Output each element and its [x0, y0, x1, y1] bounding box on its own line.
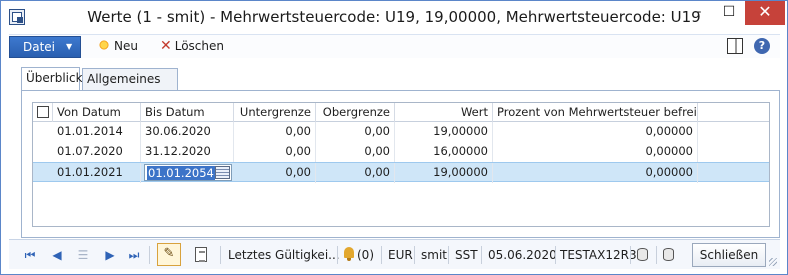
- cell-filler: [698, 122, 769, 142]
- last-record-icon[interactable]: ⏭: [127, 248, 141, 262]
- database-icon[interactable]: [637, 248, 648, 261]
- cell-filler: [698, 163, 769, 183]
- cell-von-datum[interactable]: 01.01.2014: [53, 122, 141, 142]
- letztes-gueltigkeit-text[interactable]: Letztes Gültigkei...: [228, 248, 340, 262]
- session-date-text[interactable]: 05.06.2020: [488, 248, 557, 262]
- layer-text[interactable]: SST: [455, 248, 478, 262]
- column-header-obergrenze[interactable]: Obergrenze: [316, 103, 395, 122]
- cell-obergrenze[interactable]: 0,00: [316, 163, 395, 183]
- cell-bis-datum[interactable]: 30.06.2020: [141, 122, 234, 142]
- record-list-icon[interactable]: ☰: [76, 248, 90, 262]
- cell-bis-datum[interactable]: 31.12.2020: [141, 142, 234, 162]
- column-header-von-datum[interactable]: Von Datum: [53, 103, 141, 122]
- select-all-cell: [33, 103, 53, 122]
- loeschen-button[interactable]: ✕ Löschen: [160, 38, 224, 56]
- neu-button[interactable]: Neu: [97, 38, 138, 56]
- edit-pencil-icon[interactable]: ✎: [157, 243, 181, 266]
- divider: [414, 246, 415, 264]
- datei-label: Datei: [23, 40, 56, 54]
- notification-count[interactable]: (0): [357, 248, 374, 262]
- values-grid: Von Datum Bis Datum Untergrenze Obergren…: [32, 102, 770, 227]
- divider: [555, 246, 556, 264]
- divider: [381, 246, 382, 264]
- host-text[interactable]: TESTAX12R3: [560, 248, 637, 262]
- window-title: Werte (1 - smit) - Mehrwertsteuercode: U…: [87, 8, 701, 26]
- next-record-icon[interactable]: ▶: [103, 248, 117, 262]
- database-alt-icon[interactable]: [663, 248, 674, 261]
- schliessen-button[interactable]: Schließen: [692, 243, 766, 267]
- cell-von-datum[interactable]: 01.07.2020: [53, 142, 141, 162]
- select-all-checkbox[interactable]: [37, 106, 49, 118]
- cell-wert[interactable]: 19,00000: [395, 122, 493, 142]
- help-icon[interactable]: ?: [754, 38, 770, 54]
- company-text[interactable]: smit: [421, 248, 447, 262]
- column-header-bis-datum[interactable]: Bis Datum: [141, 103, 234, 122]
- maximize-button[interactable]: ☐: [714, 1, 744, 25]
- chevron-down-icon: ▼: [66, 42, 73, 51]
- table-row[interactable]: 01.07.2020 31.12.2020 0,00 0,00 16,00000…: [33, 142, 769, 162]
- cell-untergrenze[interactable]: 0,00: [234, 122, 316, 142]
- calendar-icon[interactable]: [215, 166, 230, 179]
- datei-menu-button[interactable]: Datei ▼: [9, 36, 81, 58]
- divider: [448, 246, 449, 264]
- action-pane: Datei ▼ Neu ✕ Löschen ?: [9, 34, 780, 58]
- bis-datum-date-field[interactable]: 01.01.2054: [144, 164, 232, 181]
- column-header-wert[interactable]: Wert: [395, 103, 493, 122]
- divider: [656, 246, 657, 264]
- tab-allgemeines[interactable]: Allgemeines: [82, 68, 178, 90]
- divider: [337, 246, 338, 264]
- bis-datum-value: 01.01.2054: [147, 166, 215, 180]
- minimize-button[interactable]: –: [683, 1, 713, 25]
- divider: [630, 246, 631, 264]
- first-record-icon[interactable]: ⏮: [23, 248, 37, 262]
- previous-record-icon[interactable]: ◀: [50, 248, 64, 262]
- loeschen-label: Löschen: [174, 39, 224, 53]
- new-record-icon: [97, 38, 111, 52]
- cell-untergrenze[interactable]: 0,00: [234, 142, 316, 162]
- cell-wert[interactable]: 19,00000: [395, 163, 493, 183]
- column-header-untergrenze[interactable]: Untergrenze: [234, 103, 316, 122]
- cell-von-datum[interactable]: 01.01.2021: [53, 163, 141, 183]
- cell-obergrenze[interactable]: 0,00: [316, 142, 395, 162]
- cell-wert[interactable]: 16,00000: [395, 142, 493, 162]
- divider: [220, 246, 221, 264]
- delete-icon: ✕: [160, 38, 172, 54]
- status-bar: ⏮ ◀ ☰ ▶ ⏭ ✎ Letztes Gültigkei... (0) EUR…: [9, 239, 780, 269]
- tab-panel: Von Datum Bis Datum Untergrenze Obergren…: [21, 90, 780, 238]
- divider: [481, 246, 482, 264]
- cell-prozent-befreit[interactable]: 0,00000: [493, 142, 698, 162]
- column-header-prozent-befreit[interactable]: Prozent von Mehrwertsteuer befreit: [493, 103, 698, 122]
- layout-icon[interactable]: [727, 38, 743, 54]
- column-header-filler: [698, 103, 769, 122]
- divider: [149, 246, 150, 264]
- cell-filler: [698, 142, 769, 162]
- title-bar[interactable]: Werte (1 - smit) - Mehrwertsteuercode: U…: [1, 1, 787, 33]
- cell-obergrenze[interactable]: 0,00: [316, 122, 395, 142]
- dialog-window: Werte (1 - smit) - Mehrwertsteuercode: U…: [0, 0, 788, 275]
- grid-header: Von Datum Bis Datum Untergrenze Obergren…: [33, 103, 769, 122]
- table-row-selected[interactable]: 01.01.2021 01.01.2054 0,00 0,00 19,00000…: [33, 162, 769, 183]
- table-row[interactable]: 01.01.2014 30.06.2020 0,00 0,00 19,00000…: [33, 122, 769, 142]
- cell-prozent-befreit[interactable]: 0,00000: [493, 163, 698, 183]
- cell-untergrenze[interactable]: 0,00: [234, 163, 316, 183]
- neu-label: Neu: [114, 39, 138, 53]
- close-window-button[interactable]: ✕: [745, 1, 785, 25]
- resize-grip-icon[interactable]: [769, 258, 777, 266]
- cell-prozent-befreit[interactable]: 0,00000: [493, 122, 698, 142]
- document-icon[interactable]: [195, 247, 207, 262]
- bell-icon[interactable]: [343, 247, 355, 261]
- tab-ueberblick[interactable]: Überblick: [21, 67, 83, 91]
- currency-text[interactable]: EUR: [388, 248, 413, 262]
